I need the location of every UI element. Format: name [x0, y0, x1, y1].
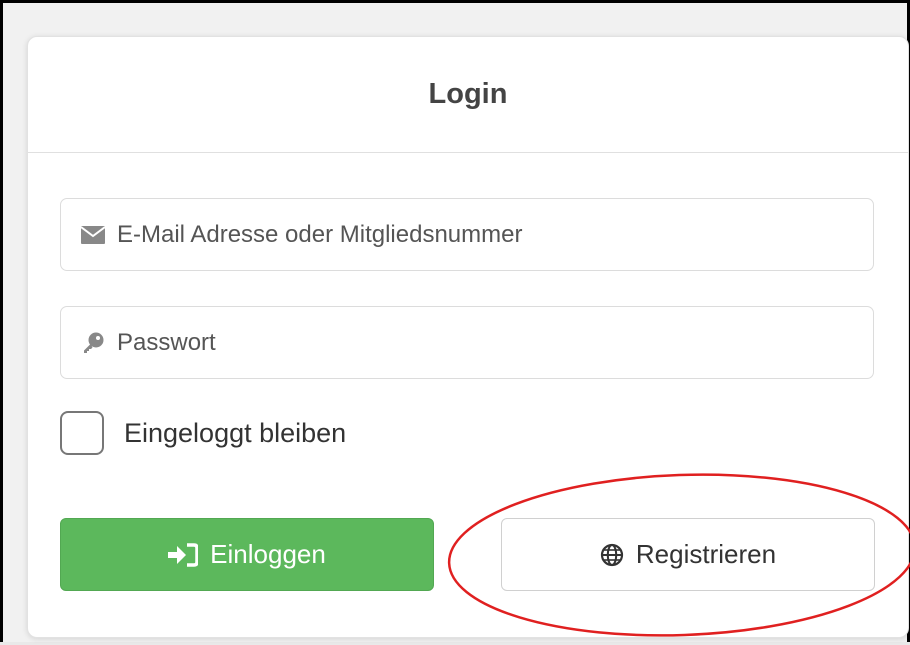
- globe-icon: [600, 543, 624, 567]
- register-button-label: Registrieren: [635, 539, 777, 569]
- password-field[interactable]: [60, 306, 874, 379]
- screen-frame: Login Eingeloggt blei: [0, 0, 910, 642]
- page-title: Login: [428, 78, 508, 110]
- card-header: Login: [28, 37, 908, 153]
- password-input[interactable]: [117, 307, 873, 378]
- register-button[interactable]: Registrieren: [501, 518, 875, 591]
- login-button[interactable]: Einloggen: [60, 518, 434, 591]
- key-icon: [81, 331, 105, 355]
- envelope-icon: [81, 223, 105, 247]
- remember-me[interactable]: Eingeloggt bleiben: [60, 411, 346, 455]
- sign-in-icon: [168, 542, 199, 567]
- remember-checkbox[interactable]: [60, 411, 104, 455]
- remember-label: Eingeloggt bleiben: [124, 417, 347, 448]
- login-card: Login Eingeloggt blei: [27, 36, 909, 638]
- email-field[interactable]: [60, 198, 874, 271]
- login-button-label: Einloggen: [210, 539, 326, 569]
- email-input[interactable]: [117, 199, 873, 270]
